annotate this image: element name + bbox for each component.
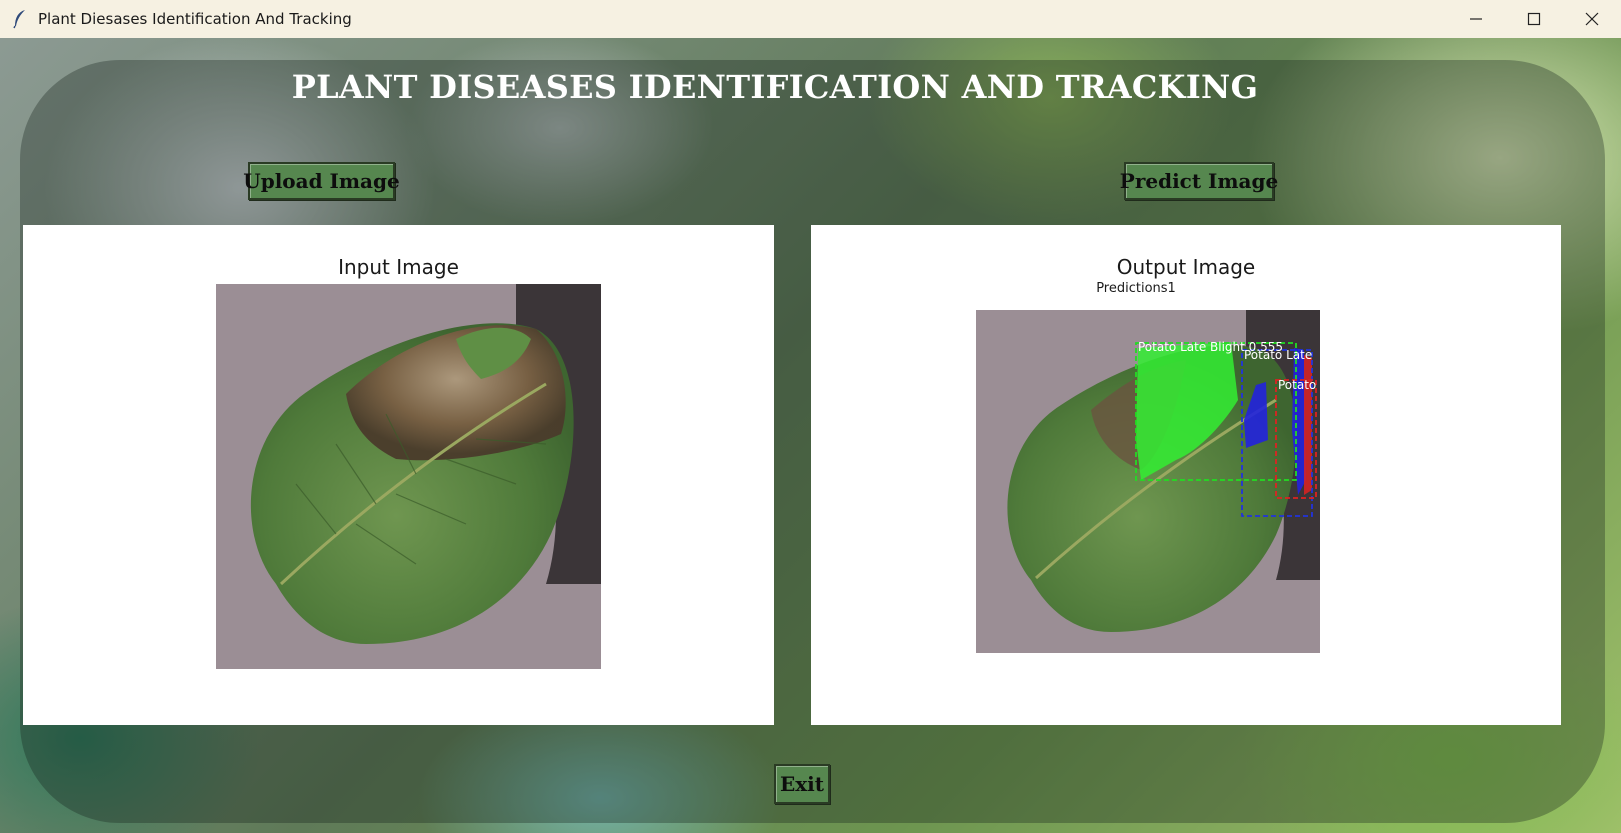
input-image-panel: Input Image xyxy=(23,225,774,725)
output-image-title: Output Image xyxy=(1116,255,1256,279)
exit-button[interactable]: Exit xyxy=(774,764,830,804)
close-icon xyxy=(1585,12,1599,26)
minimize-button[interactable] xyxy=(1447,0,1505,38)
close-button[interactable] xyxy=(1563,0,1621,38)
predictions-subtitle: Predictions1 xyxy=(1096,281,1176,296)
app-title: PLANT DISEASES IDENTIFICATION AND TRACKI… xyxy=(291,68,1259,106)
maximize-button[interactable] xyxy=(1505,0,1563,38)
predict-image-button[interactable]: Predict Image xyxy=(1120,162,1278,200)
window-title-bar: Plant Diesases Identification And Tracki… xyxy=(0,0,1621,38)
output-image-panel: Output Image Predictions1 Potato Late Bl… xyxy=(811,225,1561,725)
input-leaf-image xyxy=(216,284,601,669)
maximize-icon xyxy=(1527,12,1541,26)
detection-label: Potato xyxy=(1278,378,1317,392)
window-title: Plant Diesases Identification And Tracki… xyxy=(38,10,352,28)
minimize-icon xyxy=(1470,18,1482,20)
input-image-title: Input Image xyxy=(338,255,459,279)
feather-icon xyxy=(13,10,25,29)
upload-image-button[interactable]: Upload Image xyxy=(243,162,400,200)
detection-label: Potato Late xyxy=(1244,348,1313,362)
output-prediction-image: Potato Late Blight 0.555 Potato Late Pot… xyxy=(976,310,1320,653)
app-background: PLANT DISEASES IDENTIFICATION AND TRACKI… xyxy=(0,38,1621,833)
